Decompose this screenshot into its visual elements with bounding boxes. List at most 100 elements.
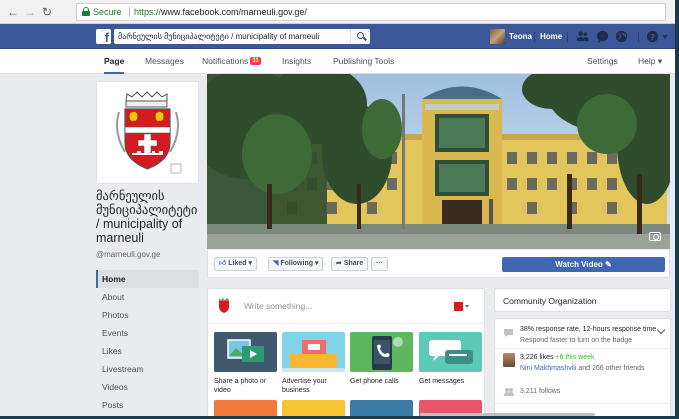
- user-name[interactable]: Teona: [509, 31, 532, 42]
- likes-delta: +6 this week: [555, 354, 595, 361]
- share-photo-tile[interactable]: [214, 332, 277, 372]
- nav-about[interactable]: About: [96, 288, 199, 306]
- tile-label: Share a photo or video: [214, 378, 267, 394]
- community-organization-card[interactable]: Community Organization: [494, 288, 671, 312]
- secure-label: Secure: [93, 7, 122, 17]
- account-menu-caret-icon[interactable]: [662, 35, 668, 39]
- facebook-logo-icon[interactable]: f: [96, 29, 111, 45]
- chevron-down-icon[interactable]: [656, 325, 666, 335]
- liked-label: Liked ▾: [228, 260, 253, 267]
- nav-videos[interactable]: Videos: [96, 378, 199, 396]
- share-label: Share: [343, 260, 364, 267]
- liked-button[interactable]: 👍︎ Liked ▾: [214, 257, 258, 271]
- tile-label: Advertise your business: [282, 378, 327, 394]
- friend-avatar[interactable]: [503, 353, 515, 367]
- composer-divider: [208, 323, 484, 324]
- card-divider: [495, 348, 670, 349]
- facebook-header: f მარნეულის მუნიციპალიტეტი / municipalit…: [0, 24, 675, 49]
- tab-insights[interactable]: Insights: [282, 49, 311, 74]
- address-separator: [129, 7, 130, 17]
- tile-label: Get messages: [419, 378, 465, 385]
- avatar[interactable]: [490, 29, 505, 44]
- tab-notifications[interactable]: Notifications 11: [202, 49, 261, 74]
- page-stats-card: 38% response rate, 12-hours response tim…: [494, 318, 671, 416]
- nav-posts[interactable]: Posts: [96, 396, 199, 414]
- share-icon: ➦: [336, 260, 342, 267]
- browser-toolbar: ← → ↻ Secure https://www.facebook.com/ma…: [0, 0, 675, 24]
- tab-publishing-tools[interactable]: Publishing Tools: [333, 49, 394, 74]
- more-options-button[interactable]: ···: [371, 257, 388, 271]
- page-title: მარნეულის მუნიციპალიტეტი / municipality …: [96, 189, 204, 245]
- nav-livestream[interactable]: Livestream: [96, 360, 199, 378]
- camera-icon[interactable]: [649, 232, 661, 241]
- respond-faster-text: Respond faster to turn on the badge: [520, 337, 633, 344]
- more-tile[interactable]: [350, 400, 413, 416]
- tab-messages[interactable]: Messages: [145, 49, 184, 74]
- forward-arrow-icon[interactable]: →: [23, 5, 37, 19]
- url-scheme: https://: [134, 7, 162, 17]
- header-divider: [534, 32, 535, 42]
- advertise-tile[interactable]: [282, 332, 345, 372]
- write-something-input[interactable]: Write something...: [244, 301, 312, 311]
- category-label: Community Organization: [503, 296, 597, 306]
- nav-events[interactable]: Events: [96, 324, 199, 342]
- post-as-icon[interactable]: [454, 302, 463, 311]
- tab-notifications-label: Notifications: [202, 56, 249, 66]
- friend-name-link[interactable]: Nini Makhmashvili: [520, 365, 576, 372]
- post-as-caret-icon[interactable]: [465, 305, 469, 308]
- page-username[interactable]: @marneuli.gov.ge: [96, 250, 160, 259]
- notification-count-badge: 11: [250, 57, 261, 65]
- globe-notifications-icon[interactable]: [615, 30, 628, 43]
- post-composer: Write something... Share a photo or vide…: [207, 288, 485, 416]
- page-title-line: marneuli: [96, 231, 144, 245]
- home-link[interactable]: Home: [540, 31, 562, 42]
- share-button[interactable]: ➦ Share: [331, 257, 369, 271]
- following-button[interactable]: ◥ Following ▾: [268, 257, 324, 271]
- more-tile[interactable]: [214, 400, 277, 416]
- nav-home[interactable]: Home: [96, 270, 199, 288]
- friends-like-row: Nini Makhmashvili and 266 other friends: [520, 364, 645, 373]
- response-chat-icon: [504, 329, 513, 337]
- cover-photo[interactable]: [207, 74, 670, 249]
- search-input[interactable]: მარნეულის მუნიციპალიტეტი / municipality …: [114, 29, 370, 44]
- friend-requests-icon[interactable]: [576, 30, 589, 43]
- response-rate: 38% response rate, 12-hours response tim…: [520, 326, 657, 333]
- messages-icon[interactable]: [596, 30, 609, 43]
- search-value: მარნეულის მუნიციპალიტეტი / municipality …: [118, 32, 320, 41]
- tab-help[interactable]: Help ▾: [638, 49, 662, 74]
- left-navigation: Home About Photos Events Likes Livestrea…: [96, 270, 199, 414]
- browser-window: ← → ↻ Secure https://www.facebook.com/ma…: [0, 0, 675, 416]
- tab-settings[interactable]: Settings: [587, 49, 618, 74]
- likes-count: 3,226 likes: [520, 354, 554, 361]
- thumbs-up-icon: 👍︎: [219, 260, 227, 267]
- back-arrow-icon[interactable]: ←: [6, 5, 20, 19]
- following-label: Following ▾: [280, 260, 319, 267]
- more-tile[interactable]: [282, 400, 345, 416]
- search-button[interactable]: [350, 29, 370, 44]
- get-messages-tile[interactable]: [419, 332, 482, 372]
- page-title-line: მუნიციპალიტეტი: [96, 203, 198, 217]
- url-rest: www.facebook.com/marneuli.gov.ge/: [161, 7, 307, 17]
- card-divider: [495, 403, 670, 404]
- get-phone-calls-tile[interactable]: [350, 332, 413, 372]
- tab-page[interactable]: Page: [104, 49, 125, 74]
- nav-photos[interactable]: Photos: [96, 306, 199, 324]
- page-title-line: / municipality of: [96, 217, 183, 231]
- page-action-bar: 👍︎ Liked ▾ ◥ Following ▾ ➦ Share ··· Wat…: [207, 250, 670, 278]
- search-icon: [357, 32, 364, 39]
- reload-icon[interactable]: ↻: [40, 5, 54, 19]
- page-title-line: მარნეულის: [96, 189, 165, 203]
- nav-likes[interactable]: Likes: [96, 342, 199, 360]
- profile-picture[interactable]: [96, 81, 199, 184]
- help-question-icon[interactable]: ?: [646, 30, 659, 43]
- watch-video-button[interactable]: Watch Video ✎: [502, 257, 665, 272]
- url-text[interactable]: https://www.facebook.com/marneuli.gov.ge…: [134, 6, 307, 18]
- advertise-icon: [282, 332, 345, 372]
- page-avatar-icon: [217, 298, 231, 314]
- address-bar[interactable]: Secure https://www.facebook.com/marneuli…: [76, 3, 666, 21]
- likes-count-row: 3,226 likes +6 this week: [520, 353, 595, 362]
- photo-video-icon: [214, 332, 277, 372]
- coat-of-arms-emblem: [97, 82, 198, 183]
- page-nav-bar: Page Messages Notifications 11 Insights P…: [0, 49, 675, 74]
- header-divider: [638, 32, 639, 42]
